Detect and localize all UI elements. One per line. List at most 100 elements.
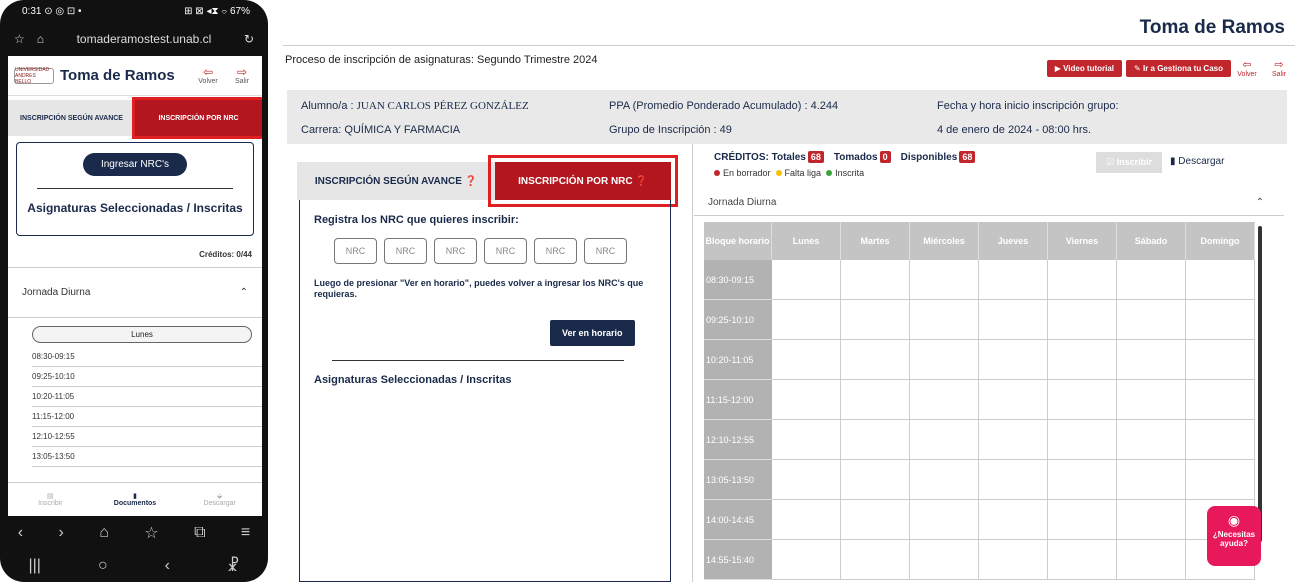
menu-icon[interactable]: ≡ bbox=[241, 524, 250, 542]
grid-cell[interactable] bbox=[772, 340, 841, 380]
grid-cell[interactable] bbox=[979, 420, 1048, 460]
grid-cell[interactable] bbox=[1186, 420, 1255, 460]
inscribir-button[interactable]: ☑ Inscribir bbox=[1096, 152, 1163, 173]
grid-cell[interactable] bbox=[1117, 500, 1186, 540]
tab-nrc[interactable]: INSCRIPCIÓN POR NRC bbox=[132, 97, 262, 139]
nrc-input[interactable]: NRC bbox=[484, 238, 527, 264]
grid-cell[interactable] bbox=[910, 300, 979, 340]
tab-avance[interactable]: INSCRIPCIÓN SEGÚN AVANCE ❓ bbox=[297, 162, 495, 200]
home-circle-icon[interactable]: ○ bbox=[98, 557, 108, 575]
grid-cell[interactable] bbox=[1117, 300, 1186, 340]
ingresar-nrc-button[interactable]: Ingresar NRC's bbox=[82, 153, 188, 176]
url-text[interactable]: tomaderamostest.unab.cl bbox=[56, 32, 232, 46]
grid-cell[interactable] bbox=[910, 540, 979, 580]
nrc-input[interactable]: NRC bbox=[434, 238, 477, 264]
grid-cell[interactable] bbox=[979, 380, 1048, 420]
tab-avance[interactable]: INSCRIPCIÓN SEGÚN AVANCE bbox=[8, 100, 135, 136]
grid-cell[interactable] bbox=[979, 300, 1048, 340]
grid-cell[interactable] bbox=[910, 380, 979, 420]
grid-cell[interactable] bbox=[841, 540, 910, 580]
help-icon[interactable]: ❓ bbox=[465, 176, 477, 187]
grid-cell[interactable] bbox=[1048, 420, 1117, 460]
home-icon[interactable]: ☆ bbox=[14, 32, 25, 46]
inscribir-button[interactable]: ▤ Inscribir bbox=[8, 483, 93, 516]
grid-cell[interactable] bbox=[841, 460, 910, 500]
grid-cell[interactable] bbox=[1117, 460, 1186, 500]
nrc-input[interactable]: NRC bbox=[334, 238, 377, 264]
grid-cell[interactable] bbox=[772, 540, 841, 580]
tabs-icon[interactable]: ⧉ bbox=[194, 524, 205, 542]
grid-cell[interactable] bbox=[1048, 340, 1117, 380]
grid-cell[interactable] bbox=[841, 500, 910, 540]
volver-button[interactable]: ⇦ Volver bbox=[194, 66, 222, 85]
ver-en-horario-button[interactable]: Ver en horario bbox=[550, 320, 635, 346]
browser-forward-icon[interactable]: › bbox=[58, 524, 63, 542]
bookmark-icon[interactable]: ☆ bbox=[144, 523, 158, 543]
grid-cell[interactable] bbox=[1048, 540, 1117, 580]
browser-home-icon[interactable]: ⌂ bbox=[99, 524, 109, 542]
reload-icon[interactable]: ↻ bbox=[244, 32, 254, 46]
grid-cell[interactable] bbox=[772, 380, 841, 420]
grid-cell[interactable] bbox=[1048, 260, 1117, 300]
slot-row[interactable]: 11:15-12:00 bbox=[32, 407, 262, 427]
grid-cell[interactable] bbox=[1117, 540, 1186, 580]
grid-cell[interactable] bbox=[772, 500, 841, 540]
slot-row[interactable]: 10:20-11:05 bbox=[32, 387, 262, 407]
scrollbar[interactable] bbox=[1258, 226, 1262, 542]
grid-cell[interactable] bbox=[772, 420, 841, 460]
grid-cell[interactable] bbox=[979, 340, 1048, 380]
grid-cell[interactable] bbox=[772, 460, 841, 500]
grid-cell[interactable] bbox=[910, 260, 979, 300]
grid-cell[interactable] bbox=[979, 260, 1048, 300]
salir-button[interactable]: ⇨ Salir bbox=[228, 66, 256, 85]
descargar-button[interactable]: ⬙ Descargar bbox=[177, 483, 262, 516]
grid-cell[interactable] bbox=[1186, 260, 1255, 300]
slot-row[interactable]: 12:10-12:55 bbox=[32, 427, 262, 447]
documentos-button[interactable]: ▮ Documentos bbox=[93, 483, 178, 516]
grid-cell[interactable] bbox=[1117, 260, 1186, 300]
grid-cell[interactable] bbox=[1048, 500, 1117, 540]
grid-cell[interactable] bbox=[1117, 340, 1186, 380]
tab-nrc[interactable]: INSCRIPCIÓN POR NRC ❓ bbox=[488, 155, 678, 207]
grid-cell[interactable] bbox=[772, 300, 841, 340]
browser-back-icon[interactable]: ‹ bbox=[18, 524, 23, 542]
grid-cell[interactable] bbox=[1048, 380, 1117, 420]
recents-icon[interactable]: ||| bbox=[28, 557, 40, 575]
video-tutorial-button[interactable]: ▶ Video tutorial bbox=[1046, 59, 1123, 77]
jornada-toggle[interactable]: Jornada Diurna ⌃ bbox=[694, 190, 1284, 216]
grid-cell[interactable] bbox=[910, 460, 979, 500]
back-nav-icon[interactable]: ‹ bbox=[165, 557, 170, 575]
slot-row[interactable]: 13:05-13:50 bbox=[32, 447, 262, 467]
grid-cell[interactable] bbox=[1048, 460, 1117, 500]
jornada-toggle[interactable]: Jornada Diurna ⌃ bbox=[8, 268, 262, 318]
grid-cell[interactable] bbox=[910, 500, 979, 540]
nrc-input[interactable]: NRC bbox=[384, 238, 427, 264]
grid-cell[interactable] bbox=[1117, 380, 1186, 420]
grid-cell[interactable] bbox=[910, 340, 979, 380]
day-selector[interactable]: Lunes bbox=[32, 326, 252, 343]
grid-cell[interactable] bbox=[841, 380, 910, 420]
descargar-button[interactable]: ▮ Descargar bbox=[1170, 156, 1224, 167]
grid-cell[interactable] bbox=[841, 420, 910, 460]
grid-cell[interactable] bbox=[841, 260, 910, 300]
help-button[interactable]: ◉ ¿Necesitas ayuda? bbox=[1207, 506, 1261, 566]
grid-cell[interactable] bbox=[1048, 300, 1117, 340]
grid-cell[interactable] bbox=[979, 460, 1048, 500]
nrc-input[interactable]: NRC bbox=[584, 238, 627, 264]
slot-row[interactable]: 09:25-10:10 bbox=[32, 367, 262, 387]
nrc-input[interactable]: NRC bbox=[534, 238, 577, 264]
volver-button[interactable]: ⇦ Volver bbox=[1231, 59, 1263, 78]
grid-cell[interactable] bbox=[841, 300, 910, 340]
grid-cell[interactable] bbox=[772, 260, 841, 300]
accessibility-icon[interactable]: ☧ bbox=[227, 556, 240, 576]
gestiona-button[interactable]: ✎ Ir a Gestiona tu Caso bbox=[1126, 59, 1231, 77]
grid-cell[interactable] bbox=[979, 540, 1048, 580]
slot-row[interactable]: 08:30-09:15 bbox=[32, 347, 262, 367]
grid-cell[interactable] bbox=[841, 340, 910, 380]
grid-cell[interactable] bbox=[910, 420, 979, 460]
grid-cell[interactable] bbox=[1186, 340, 1255, 380]
browser-url-bar[interactable]: ☆ ⌂ tomaderamostest.unab.cl ↻ bbox=[0, 22, 268, 56]
help-icon[interactable]: ❓ bbox=[635, 176, 647, 187]
grid-cell[interactable] bbox=[1117, 420, 1186, 460]
grid-cell[interactable] bbox=[1186, 380, 1255, 420]
